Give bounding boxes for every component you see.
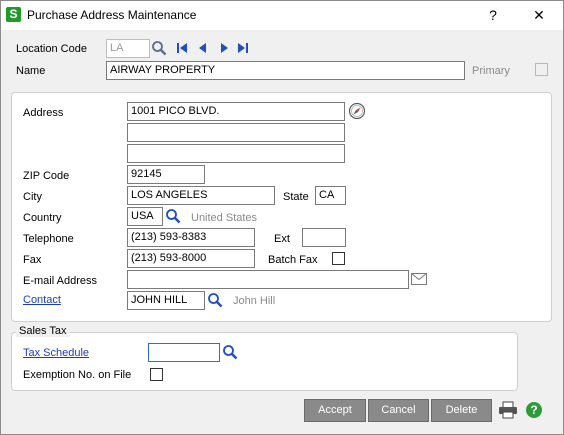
address-line3-field[interactable] — [127, 144, 345, 163]
fax-field[interactable]: (213) 593-8000 — [127, 249, 255, 268]
contact-description: John Hill — [233, 295, 276, 307]
ext-label: Ext — [274, 233, 290, 245]
telephone-label: Telephone — [23, 233, 74, 245]
city-label: City — [23, 191, 42, 203]
search-icon[interactable] — [151, 40, 167, 56]
primary-label: Primary — [472, 65, 510, 77]
zip-code-field[interactable]: 92145 — [127, 165, 205, 184]
close-button[interactable]: ✕ — [527, 4, 551, 26]
address-line2-field[interactable] — [127, 123, 345, 142]
country-description: United States — [191, 212, 258, 224]
address-validation-compass-icon[interactable] — [348, 102, 366, 120]
tax-schedule-search-icon[interactable] — [222, 344, 238, 360]
printer-icon[interactable] — [498, 401, 518, 419]
app-logo-icon: S — [6, 7, 21, 22]
first-record-icon[interactable] — [176, 42, 188, 54]
location-code-field[interactable]: LA — [106, 39, 150, 58]
state-field[interactable]: CA — [315, 186, 346, 205]
dialog-window: S Purchase Address Maintenance ? ✕ Locat… — [0, 0, 564, 435]
sales-tax-group-title: Sales Tax — [16, 325, 70, 337]
country-search-icon[interactable] — [165, 208, 181, 224]
tax-schedule-link[interactable]: Tax Schedule — [23, 347, 89, 359]
location-code-label: Location Code — [16, 43, 87, 55]
address-line1-field[interactable]: 1001 PICO BLVD. — [127, 102, 345, 121]
primary-checkbox — [535, 63, 548, 76]
batch-fax-label: Batch Fax — [268, 254, 318, 266]
last-record-icon[interactable] — [237, 42, 249, 54]
address-label: Address — [23, 107, 64, 119]
help-button[interactable]: ? — [481, 4, 505, 26]
country-label: Country — [23, 212, 62, 224]
window-title: Purchase Address Maintenance — [27, 8, 197, 22]
delete-button[interactable]: Delete — [431, 399, 492, 422]
tax-schedule-field[interactable] — [148, 343, 220, 362]
sales-tax-group — [11, 332, 518, 391]
email-envelope-icon[interactable] — [411, 273, 427, 285]
country-field[interactable]: USA — [127, 207, 163, 226]
svg-text:?: ? — [530, 403, 537, 417]
email-address-field[interactable] — [127, 270, 409, 289]
cancel-button[interactable]: Cancel — [368, 399, 429, 422]
fax-label: Fax — [23, 254, 42, 266]
contact-field[interactable]: JOHN HILL — [127, 291, 205, 310]
email-address-label: E-mail Address — [23, 275, 97, 287]
title-bar: S Purchase Address Maintenance ? ✕ — [1, 1, 563, 30]
next-record-icon[interactable] — [218, 42, 230, 54]
exemption-checkbox[interactable] — [150, 368, 163, 381]
exemption-label: Exemption No. on File — [23, 369, 132, 381]
name-label: Name — [16, 65, 46, 77]
telephone-field[interactable]: (213) 593-8383 — [127, 228, 255, 247]
previous-record-icon[interactable] — [197, 42, 209, 54]
contact-search-icon[interactable] — [207, 292, 223, 308]
batch-fax-checkbox[interactable] — [332, 252, 345, 265]
state-label: State — [283, 191, 309, 203]
accept-button[interactable]: Accept — [304, 399, 366, 422]
city-field[interactable]: LOS ANGELES — [127, 186, 275, 205]
help-icon[interactable]: ? — [525, 401, 543, 419]
ext-field[interactable] — [302, 228, 346, 247]
zip-code-label: ZIP Code — [23, 170, 70, 182]
contact-link[interactable]: Contact — [23, 294, 61, 306]
name-field[interactable]: AIRWAY PROPERTY — [106, 61, 465, 80]
